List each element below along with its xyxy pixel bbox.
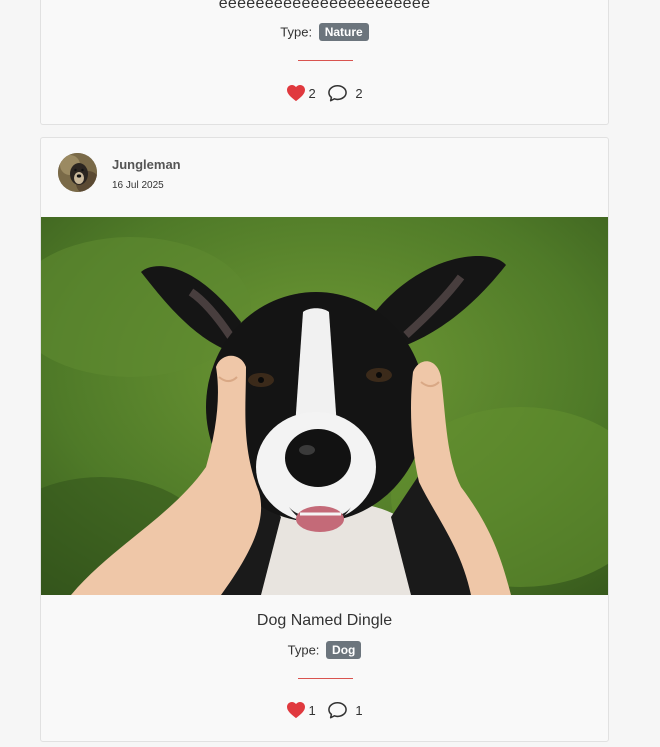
post-card: eeeeeeeeeeeeeeeeeeeeeee Type: Nature 2 2	[40, 0, 609, 125]
heart-icon	[286, 84, 306, 102]
post-card: Jungleman 16 Jul 2025 Dog Named Dingle T…	[40, 137, 609, 742]
post-date: 16 Jul 2025	[112, 180, 164, 191]
type-badge: Nature	[318, 23, 369, 41]
comment-count: 1	[355, 702, 363, 718]
type-label: Type:	[287, 642, 320, 658]
like-count: 2	[308, 85, 316, 101]
comment-bubble-icon	[327, 701, 348, 719]
post-title: eeeeeeeeeeeeeeeeeeeeeee	[218, 0, 431, 12]
comment-button[interactable]: 1	[327, 701, 363, 719]
type-label: Type:	[280, 24, 313, 40]
post-type-row: Type: Dog	[41, 641, 608, 659]
post-actions: 1 1	[41, 701, 608, 719]
comment-count: 2	[355, 85, 363, 101]
divider-line	[298, 678, 353, 679]
author-name[interactable]: Jungleman	[112, 157, 181, 172]
type-badge: Dog	[326, 641, 362, 659]
post-title: Dog Named Dingle	[256, 612, 393, 629]
like-count: 1	[308, 702, 316, 718]
post-feed: eeeeeeeeeeeeeeeeeeeeeee Type: Nature 2 2…	[40, 0, 609, 742]
avatar[interactable]	[58, 153, 97, 192]
comment-button[interactable]: 2	[327, 84, 363, 102]
post-actions: 2 2	[41, 84, 608, 102]
divider-line	[298, 60, 353, 61]
comment-bubble-icon	[327, 84, 348, 102]
like-button[interactable]: 2	[286, 84, 316, 102]
post-image	[41, 217, 608, 595]
like-button[interactable]: 1	[286, 701, 316, 719]
heart-icon	[286, 701, 306, 719]
post-type-row: Type: Nature	[41, 23, 608, 41]
